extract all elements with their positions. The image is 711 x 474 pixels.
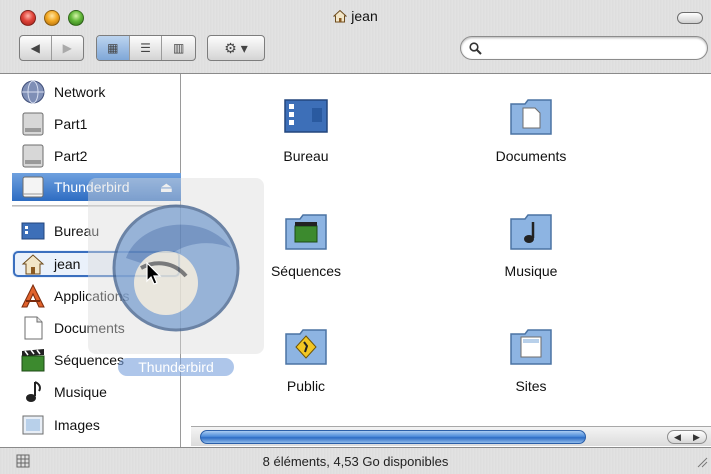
sidebar-item-label: Part1 bbox=[54, 116, 88, 132]
finder-window: jean ◀ ▶ ▦ ☰ ▥ ⚙ ▾ Network Part1 Part2 T… bbox=[0, 0, 711, 474]
music-folder-icon bbox=[510, 214, 552, 250]
movie-clapper-icon bbox=[21, 349, 45, 372]
forward-arrow-icon: ▶ bbox=[62, 41, 72, 55]
scroll-thumb[interactable] bbox=[200, 430, 586, 444]
movies-folder-icon bbox=[285, 214, 327, 250]
scroll-arrows[interactable]: ◀ ▶ bbox=[667, 430, 707, 444]
file-item-documents[interactable]: Documents bbox=[461, 94, 601, 164]
sidebar-item-label: Musique bbox=[54, 384, 107, 400]
column-view-button[interactable]: ▥ bbox=[162, 36, 195, 60]
file-item-label: Bureau bbox=[283, 148, 329, 164]
back-button[interactable]: ◀ bbox=[20, 36, 52, 60]
window-title-text: jean bbox=[351, 8, 378, 24]
hard-drive-icon bbox=[22, 112, 44, 136]
scroll-right-icon[interactable]: ▶ bbox=[693, 432, 700, 443]
horizontal-scrollbar[interactable]: ◀ ▶ bbox=[191, 426, 711, 446]
resize-grip-icon[interactable] bbox=[694, 454, 708, 471]
sidebar-item-part2[interactable]: Part2 bbox=[12, 142, 181, 170]
mouse-pointer-icon bbox=[146, 261, 162, 289]
sidebar-item-part1[interactable]: Part1 bbox=[12, 110, 181, 138]
forward-button[interactable]: ▶ bbox=[52, 36, 83, 60]
window-title: jean bbox=[0, 8, 711, 26]
search-icon bbox=[469, 42, 482, 58]
sidebar-item-label: Part2 bbox=[54, 148, 88, 164]
gear-icon: ⚙ ▾ bbox=[224, 39, 248, 56]
file-item-label: Sites bbox=[515, 378, 547, 394]
sidebar-item-musique[interactable]: Musique bbox=[12, 378, 181, 406]
title-toolbar: jean ◀ ▶ ▦ ☰ ▥ ⚙ ▾ bbox=[0, 0, 711, 74]
history-nav: ◀ ▶ bbox=[19, 35, 84, 61]
sidebar-item-label: jean bbox=[54, 256, 81, 272]
toolbar-toggle-button[interactable] bbox=[677, 12, 703, 24]
drag-label: Thunderbird bbox=[118, 358, 234, 376]
document-icon bbox=[24, 316, 43, 340]
network-globe-icon bbox=[21, 80, 45, 104]
desktop-folder-icon bbox=[21, 222, 45, 240]
search-input[interactable] bbox=[487, 39, 697, 57]
sidebar-item-images[interactable]: Images bbox=[12, 411, 181, 439]
public-folder-icon bbox=[285, 329, 327, 365]
sidebar-item-label: Network bbox=[54, 84, 106, 100]
applications-icon bbox=[21, 283, 45, 308]
documents-folder-icon bbox=[510, 99, 552, 135]
hard-drive-icon bbox=[22, 144, 44, 168]
list-view-button[interactable]: ☰ bbox=[130, 36, 163, 60]
status-text: 8 éléments, 4,53 Go disponibles bbox=[262, 454, 449, 469]
search-field[interactable] bbox=[460, 36, 708, 60]
column-view-icon: ▥ bbox=[173, 41, 185, 55]
sidebar-item-network[interactable]: Network bbox=[12, 78, 181, 106]
file-item-bureau[interactable]: Bureau bbox=[236, 94, 376, 164]
picture-icon bbox=[22, 415, 44, 435]
list-view-icon: ☰ bbox=[140, 41, 151, 55]
action-menu: ⚙ ▾ bbox=[207, 35, 265, 61]
icon-view-icon: ▦ bbox=[107, 41, 119, 55]
file-item-sites[interactable]: Sites bbox=[461, 324, 601, 394]
sites-folder-icon bbox=[510, 329, 552, 365]
view-switcher: ▦ ☰ ▥ bbox=[96, 35, 196, 61]
home-icon bbox=[332, 9, 348, 26]
home-icon bbox=[21, 254, 45, 275]
file-item-label: Documents bbox=[495, 148, 567, 164]
file-item-musique[interactable]: Musique bbox=[461, 209, 601, 279]
file-item-label: Musique bbox=[504, 263, 558, 279]
sidebar-item-label: Séquences bbox=[54, 352, 125, 368]
desktop-folder-icon bbox=[284, 99, 328, 133]
thunderbird-app-icon bbox=[96, 188, 256, 351]
music-note-icon bbox=[26, 381, 41, 402]
icon-view-button[interactable]: ▦ bbox=[97, 36, 130, 60]
back-arrow-icon: ◀ bbox=[30, 41, 40, 55]
status-bar: 8 éléments, 4,53 Go disponibles bbox=[0, 447, 711, 474]
file-item-label: Public bbox=[286, 378, 326, 394]
scroll-left-icon[interactable]: ◀ bbox=[674, 432, 681, 443]
disk-image-icon bbox=[22, 176, 44, 198]
file-browser: Bureau Documents Séquences Musique Publi… bbox=[191, 74, 711, 446]
sidebar-item-label: Images bbox=[54, 417, 100, 433]
action-menu-button[interactable]: ⚙ ▾ bbox=[208, 36, 264, 60]
